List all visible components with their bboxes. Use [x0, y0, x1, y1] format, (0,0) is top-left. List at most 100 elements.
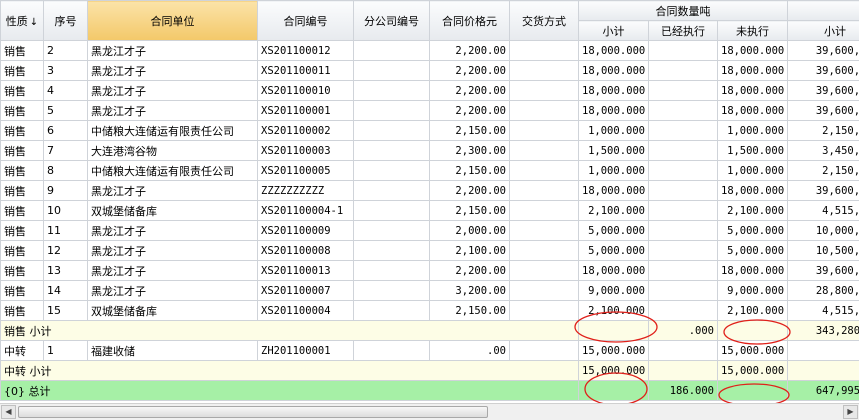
- cell-type[interactable]: 销售: [0, 160, 44, 181]
- cell-price[interactable]: 2,150.00: [429, 120, 510, 141]
- cell-branch-no[interactable]: [353, 160, 430, 181]
- contract-grid[interactable]: 性质 ↓ 序号 合同单位 合同编号 分公司编号 合同价格元 交货方式 合同数量吨 …: [0, 0, 859, 403]
- cell-qty-pending[interactable]: 18,000.000: [716, 40, 789, 61]
- arrow-left-icon[interactable]: ◀: [1, 405, 16, 419]
- cell-amount[interactable]: [787, 340, 859, 361]
- cell-qty-executed[interactable]: [648, 220, 718, 241]
- cell-price[interactable]: 2,200.00: [429, 80, 510, 101]
- cell-qty-executed[interactable]: 186.000: [648, 380, 718, 401]
- cell-qty-executed[interactable]: [648, 360, 718, 381]
- cell-qty-pending[interactable]: 15,000.000: [716, 340, 789, 361]
- cell-branch-no[interactable]: [353, 260, 430, 281]
- cell-type[interactable]: 销售: [0, 100, 44, 121]
- cell-seq[interactable]: 10: [43, 200, 88, 221]
- cell-amount[interactable]: 4,515,000: [787, 200, 859, 221]
- cell-type[interactable]: 销售: [0, 240, 44, 261]
- cell-unit[interactable]: 黑龙江才子: [87, 220, 258, 241]
- col-header-type[interactable]: 性质 ↓: [0, 0, 44, 41]
- cell-qty-executed[interactable]: [648, 80, 718, 101]
- cell-type[interactable]: 销售: [0, 300, 44, 321]
- cell-delivery[interactable]: [509, 120, 579, 141]
- cell-contract-no[interactable]: XS201100007: [257, 280, 354, 301]
- cell-qty-subtotal[interactable]: 15,000.000: [578, 360, 649, 381]
- table-row[interactable]: 中转 1 福建收储 ZH201100001 .00 15,000.000 15,000.00…: [0, 340, 859, 361]
- cell-amount[interactable]: 343,280,00: [787, 320, 859, 341]
- cell-qty-executed[interactable]: [648, 280, 718, 301]
- cell-qty-pending[interactable]: 2,100.000: [716, 200, 789, 221]
- cell-amount[interactable]: 3,450,000: [787, 140, 859, 161]
- table-row[interactable]: 销售 6 中储粮大连储运有限责任公司 XS201100002 2,150.00 1,000…: [0, 120, 859, 141]
- cell-contract-no[interactable]: XS201100003: [257, 140, 354, 161]
- cell-type[interactable]: 销售: [0, 180, 44, 201]
- cell-branch-no[interactable]: [353, 100, 430, 121]
- cell-seq[interactable]: 4: [43, 80, 88, 101]
- cell-contract-no[interactable]: ZZZZZZZZZZ: [257, 180, 354, 201]
- table-row[interactable]: 销售 8 中储粮大连储运有限责任公司 XS201100005 2,150.00 1,000…: [0, 160, 859, 181]
- transfer-subtotal-row[interactable]: 中转 小计 15,000.000 15,000.000: [0, 360, 859, 381]
- cell-qty-pending[interactable]: 18,000.000: [716, 60, 789, 81]
- cell-qty-subtotal[interactable]: 5,000.000: [578, 220, 649, 241]
- table-row[interactable]: 销售 14 黑龙江才子 XS201100007 3,200.00 9,000.000 9,0…: [0, 280, 859, 301]
- cell-unit[interactable]: 黑龙江才子: [87, 240, 258, 261]
- cell-seq[interactable]: 11: [43, 220, 88, 241]
- cell-seq[interactable]: 5: [43, 100, 88, 121]
- table-row[interactable]: 销售 9 黑龙江才子 ZZZZZZZZZZ 2,200.00 18,000.000 18,0…: [0, 180, 859, 201]
- cell-branch-no[interactable]: [353, 240, 430, 261]
- cell-amount[interactable]: 39,600,000: [787, 80, 859, 101]
- cell-delivery[interactable]: [509, 60, 579, 81]
- cell-seq[interactable]: 13: [43, 260, 88, 281]
- cell-type[interactable]: 销售: [0, 260, 44, 281]
- cell-qty-pending[interactable]: 5,000.000: [716, 220, 789, 241]
- cell-branch-no[interactable]: [353, 340, 430, 361]
- cell-contract-no[interactable]: XS201100011: [257, 60, 354, 81]
- cell-price[interactable]: 3,200.00: [429, 280, 510, 301]
- cell-amount[interactable]: 2,150,000: [787, 160, 859, 181]
- cell-seq[interactable]: 8: [43, 160, 88, 181]
- cell-branch-no[interactable]: [353, 300, 430, 321]
- cell-delivery[interactable]: [509, 220, 579, 241]
- cell-delivery[interactable]: [509, 240, 579, 261]
- cell-qty-pending[interactable]: 18,000.000: [716, 100, 789, 121]
- col-header-qty-executed[interactable]: 已经执行: [648, 20, 718, 41]
- cell-contract-no[interactable]: XS201100012: [257, 40, 354, 61]
- cell-qty-pending[interactable]: 1,500.000: [716, 140, 789, 161]
- cell-delivery[interactable]: [509, 340, 579, 361]
- cell-type[interactable]: 销售: [0, 120, 44, 141]
- cell-price[interactable]: 2,150.00: [429, 200, 510, 221]
- cell-delivery[interactable]: [509, 260, 579, 281]
- cell-unit[interactable]: 黑龙江才子: [87, 60, 258, 81]
- cell-qty-executed[interactable]: [648, 260, 718, 281]
- cell-price[interactable]: 2,200.00: [429, 260, 510, 281]
- cell-qty-subtotal[interactable]: 18,000.000: [578, 100, 649, 121]
- cell-unit[interactable]: 黑龙江才子: [87, 100, 258, 121]
- cell-qty-subtotal[interactable]: 1,000.000: [578, 160, 649, 181]
- cell-delivery[interactable]: [509, 180, 579, 201]
- cell-unit[interactable]: 黑龙江才子: [87, 80, 258, 101]
- cell-qty-executed[interactable]: [648, 200, 718, 221]
- cell-branch-no[interactable]: [353, 180, 430, 201]
- cell-amount[interactable]: 2,150,000: [787, 120, 859, 141]
- cell-price[interactable]: 2,200.00: [429, 40, 510, 61]
- cell-seq[interactable]: 1: [43, 340, 88, 361]
- cell-type[interactable]: 销售: [0, 140, 44, 161]
- cell-unit[interactable]: 中储粮大连储运有限责任公司: [87, 120, 258, 141]
- cell-qty-subtotal[interactable]: 18,000.000: [578, 180, 649, 201]
- cell-price[interactable]: 2,000.00: [429, 220, 510, 241]
- cell-contract-no[interactable]: XS201100002: [257, 120, 354, 141]
- cell-amount[interactable]: 39,600,000: [787, 60, 859, 81]
- col-header-delivery[interactable]: 交货方式: [509, 0, 579, 41]
- cell-amount[interactable]: 647,995,00: [787, 380, 859, 401]
- cell-qty-executed[interactable]: [648, 340, 718, 361]
- col-header-price[interactable]: 合同价格元: [429, 0, 510, 41]
- cell-branch-no[interactable]: [353, 220, 430, 241]
- cell-type[interactable]: 销售: [0, 220, 44, 241]
- table-row[interactable]: 销售 12 黑龙江才子 XS201100008 2,100.00 5,000.000 5,0…: [0, 240, 859, 261]
- cell-price[interactable]: .00: [429, 340, 510, 361]
- cell-delivery[interactable]: [509, 100, 579, 121]
- col-header-unit[interactable]: 合同单位: [87, 0, 258, 41]
- cell-contract-no[interactable]: XS201100010: [257, 80, 354, 101]
- cell-qty-subtotal[interactable]: [578, 380, 649, 401]
- cell-contract-no[interactable]: XS201100004-1: [257, 200, 354, 221]
- cell-qty-subtotal[interactable]: 1,000.000: [578, 120, 649, 141]
- cell-type[interactable]: 销售: [0, 60, 44, 81]
